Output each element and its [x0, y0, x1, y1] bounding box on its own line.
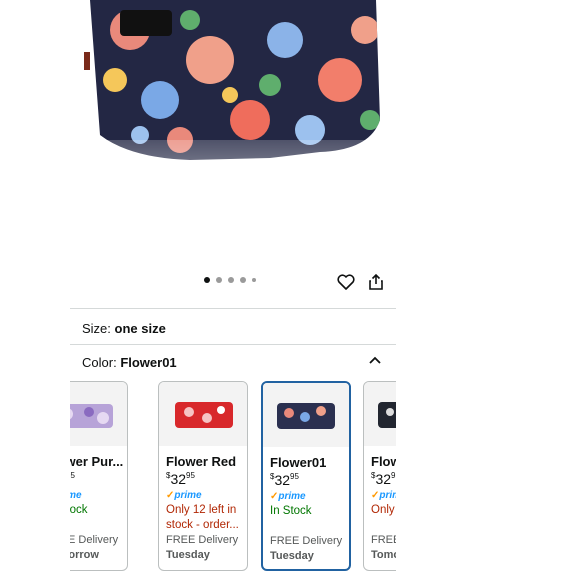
size-label: Size: [82, 321, 111, 336]
delivery-day: Tuesday [166, 549, 210, 561]
carousel-dot[interactable] [228, 277, 234, 283]
variant-card[interactable]: Flower... $3295 ✓prime Only stock FREE D… [363, 381, 396, 571]
product-image[interactable] [70, 0, 396, 262]
variant-title: Flower Red [166, 454, 237, 469]
carousel-dot[interactable] [240, 277, 246, 283]
delivery-text: FREE Delivery [70, 534, 119, 546]
delivery-text: FREE Delivery [166, 534, 239, 546]
variant-thumbnail [263, 383, 349, 447]
heart-icon[interactable] [336, 272, 356, 292]
share-icon[interactable] [366, 272, 386, 292]
divider [70, 308, 396, 309]
variant-thumbnail [159, 382, 247, 446]
variant-thumbnail [364, 382, 396, 446]
divider [70, 344, 396, 345]
carousel-dot[interactable] [204, 277, 210, 283]
carousel-dot[interactable] [216, 277, 222, 283]
variant-price: $3295 [70, 471, 75, 480]
color-label: Color: [82, 355, 117, 370]
delivery-text: FREE Delivery [270, 535, 343, 547]
stock-status: Only 12 left in stock - order... [166, 504, 239, 531]
delivery-day: Tomorrow [371, 549, 396, 561]
delivery-text: FREE Delivery [371, 534, 396, 546]
color-value: Flower01 [120, 355, 177, 370]
stock-status: In Stock [70, 504, 88, 516]
color-variant-list[interactable]: Flower Pur... $3295 ✓prime In Stock FREE… [70, 381, 396, 571]
variant-thumbnail [70, 382, 127, 446]
variant-title: Flower01 [270, 455, 327, 470]
variant-title: Flower... [371, 454, 396, 469]
delivery-day: Tomorrow [70, 549, 99, 561]
chevron-up-icon[interactable] [368, 352, 382, 364]
variant-card[interactable]: Flower Red $3295 ✓prime Only 12 left in … [158, 381, 248, 571]
stock-status: In Stock [270, 505, 312, 517]
variant-card[interactable]: Flower Pur... $3295 ✓prime In Stock FREE… [70, 381, 128, 571]
variant-card-selected[interactable]: Flower01 $3295 ✓prime In Stock FREE Deli… [261, 381, 351, 571]
size-row: Size: one size [82, 321, 166, 336]
variant-price: $3295 [166, 471, 195, 487]
prime-badge: ✓prime [166, 490, 202, 501]
prime-badge: ✓prime [270, 491, 306, 502]
prime-badge: ✓prime [371, 490, 396, 501]
variant-title: Flower Pur... [70, 454, 124, 469]
size-value: one size [114, 321, 166, 336]
prime-badge: ✓prime [70, 490, 82, 501]
carousel-dot[interactable] [252, 278, 256, 282]
variant-price: $3295 [371, 471, 396, 487]
delivery-day: Tuesday [270, 550, 314, 562]
phone-shape [120, 10, 172, 36]
stock-status: Only stock [371, 504, 396, 516]
variant-price: $3295 [270, 472, 299, 488]
carousel-dots[interactable] [204, 277, 256, 283]
color-row[interactable]: Color: Flower01 [82, 355, 177, 370]
